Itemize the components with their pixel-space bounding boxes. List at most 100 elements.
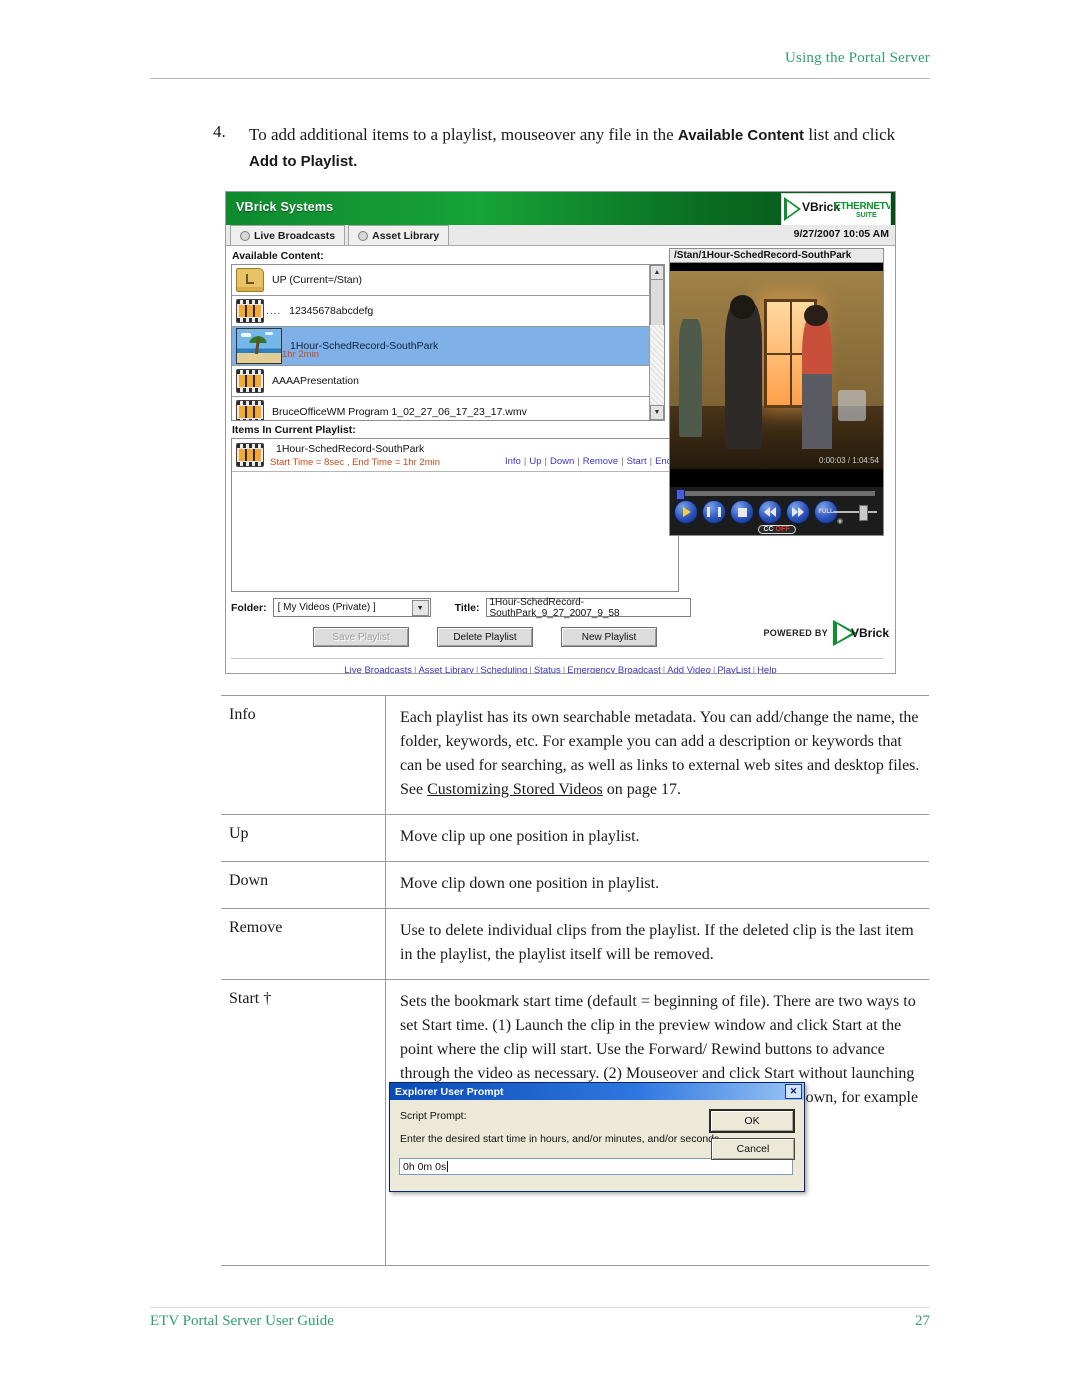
dialog-titlebar: Explorer User Prompt ✕ <box>390 1083 804 1100</box>
desc-text-end: on page 17. <box>602 781 681 798</box>
radio-icon <box>358 230 369 241</box>
list-item[interactable]: BruceOfficeWM Program 1_02_27_06_17_23_1… <box>232 397 664 420</box>
nav-scheduling[interactable]: Scheduling <box>480 665 527 673</box>
table-term: Up <box>221 815 386 861</box>
stop-button[interactable] <box>730 500 754 524</box>
powered-by-vbrick: POWERED BY VBrick <box>763 620 889 646</box>
film-icon <box>236 299 264 323</box>
page-number: 27 <box>915 1313 930 1329</box>
nav-live-broadcasts[interactable]: Live Broadcasts <box>344 665 412 673</box>
script-prompt-label: Script Prompt: <box>400 1110 467 1122</box>
nav-status[interactable]: Status <box>534 665 561 673</box>
list-item[interactable]: AAAAPresentation <box>232 366 664 397</box>
volume-slider[interactable]: ◉ <box>833 505 877 525</box>
link-remove[interactable]: Remove <box>583 456 618 467</box>
table-desc: Move clip up one position in playlist. <box>400 828 640 845</box>
fullscreen-label: FULL <box>818 509 834 515</box>
app-footer-rule <box>231 658 883 659</box>
step-bold-add-to-playlist: Add to Playlist. <box>249 153 358 170</box>
nav-emergency-broadcast[interactable]: Emergency Broadcast <box>567 665 660 673</box>
running-head: Using the Portal Server <box>785 50 930 66</box>
folder-select-value: [ My Videos (Private) ] <box>277 602 376 613</box>
start-time-input[interactable]: 0h 0m 0s <box>399 1158 793 1175</box>
list-item[interactable]: .... 12345678abcdefg <box>232 296 664 327</box>
list-item[interactable]: UP (Current=/Stan) <box>232 265 664 296</box>
tab-asset-library[interactable]: Asset Library <box>348 225 450 245</box>
play-button[interactable] <box>674 500 698 524</box>
app-timestamp: 9/27/2007 10:05 AM <box>793 228 889 240</box>
link-start[interactable]: Start <box>627 456 647 467</box>
title-input[interactable]: 1Hour-SchedRecord-SouthPark_9_27_2007_9_… <box>485 597 691 619</box>
nav-add-video[interactable]: Add Video <box>667 665 711 673</box>
nav-asset-library[interactable]: Asset Library <box>418 665 473 673</box>
playlist-controls: Folder: [ My Videos (Private) ] ▼ Title:… <box>231 597 889 647</box>
playlist-item-label: 1Hour-SchedRecord-SouthPark <box>276 443 425 455</box>
list-item-label: 12345678abcdefg <box>289 305 374 317</box>
tab-live-broadcasts-label: Live Broadcasts <box>254 229 336 242</box>
nav-help[interactable]: Help <box>757 665 777 673</box>
cc-state: OFF <box>775 526 790 533</box>
table-desc: Use to delete individual clips from the … <box>400 922 914 963</box>
new-playlist-button[interactable]: New Playlist <box>561 627 657 647</box>
save-playlist-button[interactable]: Save Playlist <box>313 627 409 647</box>
step-text: To add additional items to a playlist, m… <box>249 122 928 174</box>
seek-handle[interactable] <box>676 489 685 500</box>
delete-playlist-button[interactable]: Delete Playlist <box>437 627 533 647</box>
playlist-item-actions[interactable]: Info | Up | Down | Remove | Start | End <box>505 456 672 467</box>
table-row: Down Move clip down one position in play… <box>221 861 929 908</box>
playlist-label: Items In Current Playlist: <box>232 424 356 436</box>
table-term: Start † <box>221 980 386 1265</box>
cross-reference-link[interactable]: Customizing Stored Videos <box>427 781 603 798</box>
script-prompt-text: Enter the desired start time in hours, a… <box>400 1133 723 1145</box>
thumbnail-icon <box>236 328 282 364</box>
rewind-button[interactable] <box>758 500 782 524</box>
playlist-row[interactable]: 1Hour-SchedRecord-SouthPark Start Time =… <box>232 439 678 472</box>
tab-live-broadcasts[interactable]: Live Broadcasts <box>230 225 346 245</box>
volume-handle[interactable] <box>859 505 868 521</box>
cancel-button[interactable]: Cancel <box>711 1138 795 1160</box>
seek-bar[interactable] <box>676 489 875 500</box>
scroll-down-icon[interactable]: ▼ <box>650 405 664 420</box>
step-text-mid: list and click <box>804 125 896 144</box>
film-icon <box>236 443 264 467</box>
available-content-list[interactable]: UP (Current=/Stan) .... 12345678abcdefg … <box>231 264 665 421</box>
step-paragraph: 4. To add additional items to a playlist… <box>213 122 928 174</box>
scroll-up-icon[interactable]: ▲ <box>650 265 664 280</box>
video-screen[interactable]: 0:00:03 / 1:04:54 <box>669 263 884 487</box>
folder-title-row: Folder: [ My Videos (Private) ] ▼ Title:… <box>231 597 889 619</box>
folder-label: Folder: <box>231 601 267 614</box>
content-scrollbar[interactable]: ▲ ▼ <box>649 265 664 420</box>
header-rule <box>150 78 930 79</box>
table-desc: Each playlist has its own searchable met… <box>386 696 929 814</box>
dialog-body: Script Prompt: Enter the desired start t… <box>390 1100 804 1189</box>
scrollbar-track[interactable] <box>650 325 664 406</box>
vbrick-ethernettv-logo: VBrick ETHERNETV SUITE <box>781 193 891 226</box>
closed-caption-badge[interactable]: CC OFF <box>757 525 796 534</box>
link-up[interactable]: Up <box>529 456 541 467</box>
fast-forward-button[interactable] <box>786 500 810 524</box>
scrollbar-thumb[interactable] <box>650 279 664 327</box>
list-item-selected[interactable]: 1Hour-SchedRecord-SouthPark 1hr 2min <box>232 327 664 366</box>
dialog-title: Explorer User Prompt <box>395 1085 504 1098</box>
app-footer-nav[interactable]: Live Broadcasts | Asset Library | Scheduling… <box>226 665 895 673</box>
nav-playlist[interactable]: PlayList <box>717 665 750 673</box>
link-info[interactable]: Info <box>505 456 521 467</box>
playlist-item-times: Start Time = 8sec , End Time = 1hr 2min <box>270 457 441 468</box>
ok-button[interactable]: OK <box>709 1109 795 1133</box>
table-term: Down <box>221 862 386 908</box>
current-playlist-list[interactable]: 1Hour-SchedRecord-SouthPark Start Time =… <box>231 438 679 592</box>
pause-button[interactable] <box>702 500 726 524</box>
list-item-dots: .... <box>266 305 282 317</box>
document-page: Using the Portal Server 4. To add additi… <box>0 0 1080 1397</box>
step-text-before: To add additional items to a playlist, m… <box>249 125 678 144</box>
footer-rule <box>150 1307 930 1308</box>
app-body: Available Content: UP (Current=/Stan) ..… <box>226 246 895 673</box>
folder-select[interactable]: [ My Videos (Private) ] ▼ <box>272 598 431 617</box>
link-down[interactable]: Down <box>550 456 574 467</box>
folder-up-icon <box>236 268 264 292</box>
vbrick-triangle-icon <box>784 197 801 221</box>
player-timecode: 0:00:03 / 1:04:54 <box>818 456 879 465</box>
close-icon[interactable]: ✕ <box>785 1084 802 1099</box>
chevron-down-icon[interactable]: ▼ <box>411 600 429 616</box>
table-desc: Move clip down one position in playlist. <box>400 875 660 892</box>
